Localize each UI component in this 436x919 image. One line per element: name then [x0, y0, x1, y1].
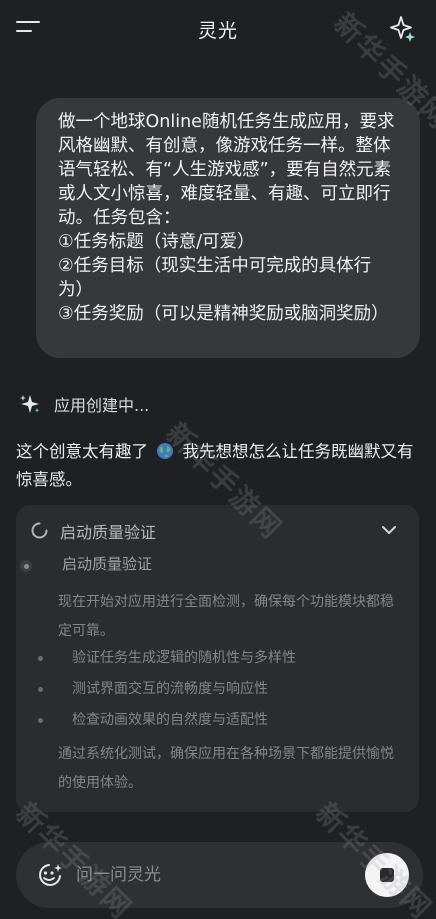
- sparkles-icon: [20, 395, 40, 413]
- status-text: 应用创建中...: [54, 396, 150, 415]
- step-title: 启动质量验证: [62, 555, 153, 573]
- user-message-bubble: 做一个地球Online随机任务生成应用，要求风格幽默、有创意，像游戏任务一样。整…: [36, 98, 420, 358]
- camera-sparkle-icon[interactable]: [36, 861, 64, 889]
- progress-card-title: 启动质量验证: [60, 523, 157, 542]
- sparkle-plus-icon[interactable]: [388, 14, 418, 44]
- list-item: 检查动画效果的自然度与适配性: [36, 708, 396, 739]
- check-list: 验证任务生成逻辑的随机性与多样性 测试界面交互的流畅度与响应性 检查动画效果的自…: [36, 646, 396, 739]
- step-intro-text: 现在开始对应用进行全面检测，确保每个功能模块都稳定可靠。: [58, 594, 394, 639]
- page-title: 灵光: [197, 20, 238, 42]
- top-bar: 灵光: [0, 0, 436, 58]
- app-screen: 灵光 做一个地球Online随机任务生成应用，要求风格幽默、有创意，像游戏任务一…: [0, 0, 436, 919]
- step-summary-text: 通过系统化测试，确保应用在各种场景下都能提供愉悦的使用体验。: [58, 746, 394, 791]
- list-item: 验证任务生成逻辑的随机性与多样性: [36, 646, 396, 677]
- chevron-down-icon[interactable]: [381, 524, 397, 536]
- assistant-reply: 这个创意太有趣了 我先想想怎么让任务既幽默又有惊喜感。: [16, 438, 424, 494]
- stop-icon: [380, 868, 394, 882]
- progress-card-header[interactable]: 启动质量验证: [16, 505, 419, 555]
- spinner-icon: [31, 522, 48, 539]
- list-item: 测试界面交互的流畅度与响应性: [36, 677, 396, 708]
- composer-bar: [16, 842, 423, 908]
- message-input[interactable]: [76, 860, 316, 890]
- generation-status: 应用创建中...: [18, 391, 149, 417]
- step-indicator: [20, 560, 32, 572]
- stop-generation-button[interactable]: [365, 853, 409, 897]
- reply-text-start: 这个创意太有趣了: [16, 442, 148, 461]
- globe-icon: [157, 443, 174, 459]
